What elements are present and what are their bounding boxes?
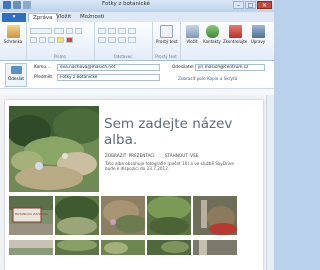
font-row-1 — [30, 27, 82, 34]
shrink-font-button[interactable] — [75, 27, 82, 34]
bold-button[interactable] — [30, 36, 37, 43]
spelling-icon — [228, 25, 242, 38]
group-plaintext: Prostý text Prostý text — [152, 22, 181, 60]
clipboard-icon — [6, 25, 20, 38]
paragraph-row-1 — [98, 27, 136, 34]
show-cc-bcc-link[interactable]: Zobrazit pole Kopie a Skrytá — [178, 76, 237, 81]
close-button[interactable]: ✕ — [257, 1, 272, 9]
ribbon: Schránka Písmo Odstavec Prostý text Pros… — [0, 22, 274, 61]
sign-text: BOTANICKÁ ZAHRADA — [15, 211, 49, 216]
underline-button[interactable] — [48, 36, 55, 43]
outdent-button[interactable] — [128, 27, 136, 34]
photo-thumbnail[interactable] — [101, 240, 145, 255]
editing-button[interactable]: Úpravy — [248, 24, 268, 51]
font-row-2 — [30, 36, 73, 43]
slideshow-link[interactable]: ZOBRAZIT PREZENTACI — [105, 153, 155, 158]
clipboard-button[interactable]: Schránka — [3, 24, 23, 51]
contacts-icon — [205, 25, 219, 38]
photo-thumbnail[interactable]: BOTANICKÁ ZAHRADA — [9, 196, 53, 235]
vertical-scrollbar[interactable] — [266, 95, 274, 270]
bullets-button[interactable] — [98, 27, 106, 34]
paperclip-icon — [185, 25, 199, 38]
group-paragraph: Odstavec — [94, 22, 153, 60]
photo-thumbnail[interactable] — [55, 240, 99, 255]
album-description: Tato alba obsahuje fotografie (počet 16)… — [105, 161, 234, 172]
maximize-button[interactable]: □ — [245, 1, 256, 9]
highlight-button[interactable] — [57, 36, 64, 43]
italic-button[interactable] — [39, 36, 46, 43]
photo-thumbnail[interactable] — [193, 196, 237, 235]
from-label: Odesílatel — [172, 65, 194, 70]
document-icon — [159, 25, 173, 38]
group-actions: Vložit Kontakty Zkontrolujte Úpravy — [180, 22, 274, 60]
paragraph-row-2 — [98, 36, 136, 43]
album-title[interactable]: Sem zadejte název alba. — [104, 116, 244, 148]
app-icon — [3, 1, 11, 9]
minimize-button[interactable]: – — [233, 1, 244, 9]
quick-access-toolbar — [3, 1, 31, 11]
send-icon — [10, 66, 22, 74]
window-title: Fotky z botanické — [102, 1, 150, 7]
to-label[interactable]: Komu... — [34, 65, 50, 70]
group-font: Písmo — [26, 22, 95, 60]
contacts-button[interactable]: Kontakty — [202, 24, 222, 51]
send-button[interactable]: Odeslat — [5, 63, 27, 87]
group-clipboard: Schránka — [0, 22, 27, 60]
numbering-button[interactable] — [108, 27, 116, 34]
mail-compose-window: Fotky z botanické – □ ✕ ▾ Zpráva Vložit … — [0, 0, 274, 270]
tab-insert[interactable]: Vložit — [52, 13, 75, 22]
align-right-button[interactable] — [118, 36, 126, 43]
photo-thumbnail[interactable] — [9, 240, 53, 255]
to-field[interactable]: eva.nachova@masich.net — [57, 64, 160, 71]
from-dropdown[interactable]: jiri.masich@centrum.cz — [195, 64, 265, 71]
align-center-button[interactable] — [108, 36, 116, 43]
align-left-button[interactable] — [98, 36, 106, 43]
insert-button[interactable]: Vložit — [182, 24, 202, 51]
font-name-dropdown[interactable] — [30, 27, 52, 34]
photo-thumbnail[interactable] — [101, 196, 145, 235]
subject-field[interactable]: Fotky z botanické — [57, 74, 160, 81]
album-cover-image — [9, 106, 99, 192]
grow-font-button[interactable] — [66, 27, 73, 34]
subject-label: Předmět — [34, 75, 53, 80]
photo-thumbnail[interactable] — [147, 196, 191, 235]
photo-album-card: Sem zadejte název alba. ZOBRAZIT PREZENT… — [5, 100, 263, 270]
photo-thumbnail[interactable] — [193, 240, 237, 255]
spelling-button[interactable]: Zkontrolujte — [223, 24, 247, 51]
album-links: ZOBRAZIT PREZENTACI STÁHNOUT VŠE — [105, 153, 206, 158]
download-all-link[interactable]: STÁHNOUT VŠE — [165, 153, 198, 158]
indent-button[interactable] — [118, 27, 126, 34]
photo-thumbnail[interactable] — [147, 240, 191, 255]
ribbon-tabs: ▾ Zpráva Vložit Možnosti — [0, 12, 274, 22]
tab-options[interactable]: Možnosti — [76, 13, 108, 22]
title-bar: Fotky z botanické – □ ✕ — [0, 0, 274, 12]
photo-thumbnail[interactable] — [55, 196, 99, 235]
justify-button[interactable] — [128, 36, 136, 43]
font-color-button[interactable] — [66, 36, 73, 43]
file-tab[interactable]: ▾ — [2, 13, 26, 22]
window-controls: – □ ✕ — [233, 1, 272, 9]
binoculars-icon — [251, 25, 265, 38]
font-size-dropdown[interactable] — [54, 27, 64, 34]
message-header: Odeslat Komu... eva.nachova@masich.net O… — [0, 61, 274, 88]
undo-icon[interactable] — [23, 1, 31, 9]
plaintext-button[interactable]: Prostý text — [156, 24, 178, 51]
save-icon[interactable] — [13, 1, 21, 9]
